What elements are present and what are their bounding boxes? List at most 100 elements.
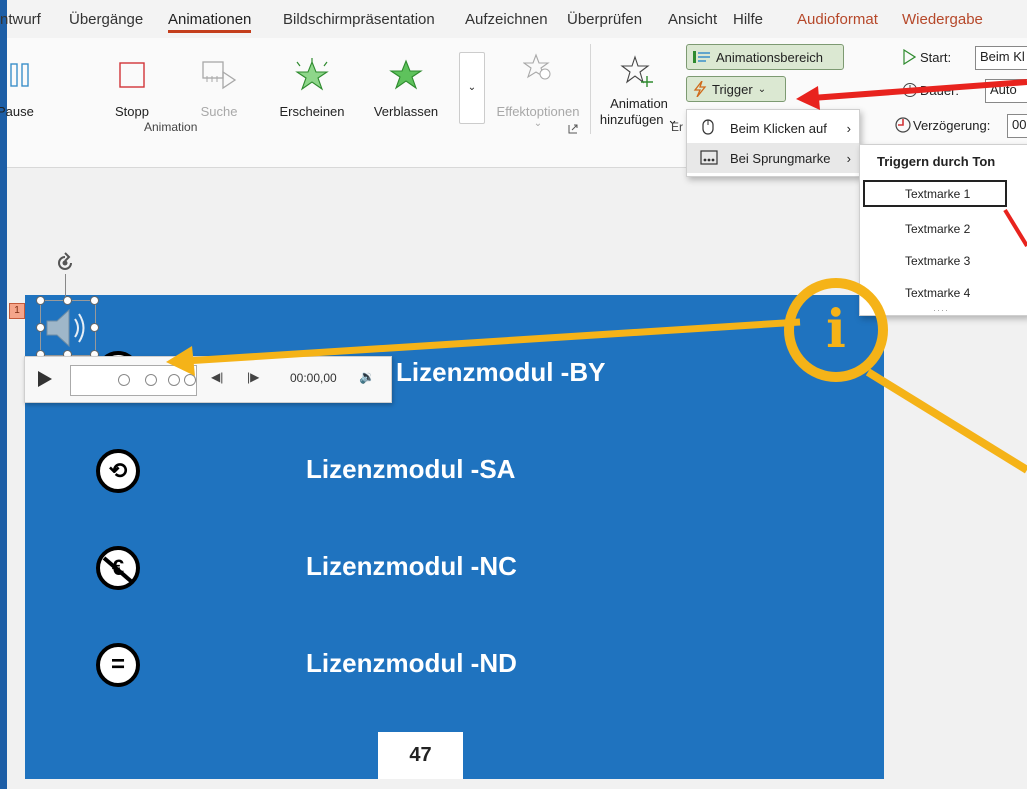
- rotate-handle-icon[interactable]: [54, 252, 76, 274]
- animation-pane-button[interactable]: Animationsbereich: [686, 44, 844, 70]
- resize-handle[interactable]: [36, 323, 45, 332]
- tab-ueberpruefen[interactable]: Überprüfen: [567, 11, 642, 28]
- volume-icon[interactable]: 🔉: [359, 369, 375, 385]
- fade-label: Verblassen: [373, 104, 439, 119]
- seek-label: Suche: [200, 104, 238, 119]
- group-divider: [590, 44, 591, 134]
- license-nd-text[interactable]: Lizenzmodul -ND: [306, 648, 517, 679]
- tab-ansicht[interactable]: Ansicht: [668, 11, 717, 28]
- seek-button[interactable]: Suche: [187, 46, 251, 121]
- fade-star-icon: [389, 59, 423, 90]
- animation-group-label: Animation: [144, 120, 198, 134]
- license-nc-text[interactable]: Lizenzmodul -NC: [306, 551, 517, 582]
- tab-animationen[interactable]: Animationen: [168, 11, 252, 33]
- trigger-label: Trigger: [712, 81, 753, 97]
- tab-hilfe[interactable]: Hilfe: [733, 11, 763, 28]
- tab-aufzeichnen[interactable]: Aufzeichnen: [465, 11, 548, 28]
- audio-selection-box[interactable]: [40, 300, 96, 356]
- cc-sa-glyph: ⟲: [108, 458, 128, 483]
- seek-icon: [202, 61, 237, 90]
- bookmark-item-4[interactable]: Textmarke 4: [905, 286, 970, 300]
- appear-star-icon: [295, 58, 329, 91]
- bookmark-item-1-label: Textmarke 1: [905, 187, 971, 201]
- appear-effect-button[interactable]: Erscheinen: [275, 46, 349, 121]
- stop-icon: [119, 62, 145, 88]
- cc-nd-glyph: =: [110, 651, 125, 678]
- mouse-icon: [702, 119, 714, 135]
- stop-label: Stopp: [115, 104, 149, 119]
- page-number: 47: [378, 732, 463, 779]
- pause-icon: [10, 63, 29, 87]
- chevron-down-icon: ⌄: [757, 83, 767, 95]
- advanced-group-label: Er: [671, 120, 683, 134]
- skip-back-icon[interactable]: ◀|: [211, 370, 223, 384]
- dialog-launcher-icon[interactable]: [568, 124, 578, 134]
- bookmark-item-3[interactable]: Textmarke 3: [905, 254, 970, 268]
- start-play-icon: [903, 49, 916, 65]
- menu-item-on-bookmark-label: Bei Sprungmarke: [730, 150, 831, 166]
- cc-nc-icon: €: [96, 546, 140, 590]
- skip-forward-icon[interactable]: |▶: [247, 370, 259, 384]
- fade-effect-button[interactable]: Verblassen: [364, 46, 448, 121]
- pause-label: Pause: [0, 104, 34, 119]
- add-animation-button[interactable]: Animation hinzufügen ⌄: [600, 46, 678, 131]
- resize-handle[interactable]: [36, 296, 45, 305]
- delay-label: Verzögerung:: [913, 118, 991, 133]
- menu-item-on-click-label: Beim Klicken auf: [730, 120, 827, 136]
- trigger-button[interactable]: Trigger ⌄: [686, 76, 786, 102]
- animation-order-tag[interactable]: 1: [9, 303, 25, 319]
- duration-label: Dauer:: [920, 83, 960, 98]
- bookmark-submenu: Triggern durch Ton Textmarke 1 Textmarke…: [859, 144, 1027, 316]
- effect-options-button[interactable]: Effektoptionen ⌄: [495, 46, 581, 131]
- lightning-icon: [693, 81, 707, 97]
- cc-sa-icon: ⟲: [96, 449, 140, 493]
- resize-handle[interactable]: [63, 296, 72, 305]
- start-label: Start:: [920, 50, 952, 65]
- animation-pane-label: Animationsbereich: [716, 49, 823, 65]
- tab-wiedergabe[interactable]: Wiedergabe: [902, 11, 983, 28]
- add-animation-line1: Animation: [610, 96, 668, 111]
- stop-button[interactable]: Stopp: [99, 46, 165, 121]
- ribbon-tab-bar: ntwurf Übergänge Animationen Bildschirmp…: [0, 0, 1027, 38]
- bookmark-markers: [118, 374, 196, 386]
- effect-options-icon: [523, 53, 551, 80]
- cc-nd-icon: =: [96, 643, 140, 687]
- more-items-indicator: ····: [933, 305, 949, 315]
- resize-handle[interactable]: [90, 323, 99, 332]
- duration-clock-icon: [903, 83, 917, 97]
- bookmark-submenu-header: Triggern durch Ton: [877, 154, 996, 169]
- license-sa-text[interactable]: Lizenzmodul -SA: [306, 454, 515, 485]
- tab-entwurf[interactable]: ntwurf: [0, 11, 41, 28]
- audio-timeline[interactable]: [70, 365, 197, 396]
- duration-field[interactable]: Auto: [985, 79, 1027, 103]
- start-select[interactable]: Beim Kl: [975, 46, 1027, 70]
- play-icon[interactable]: [37, 370, 53, 388]
- add-animation-line2: hinzufügen ⌄: [599, 112, 679, 127]
- menu-item-on-click[interactable]: Beim Klicken auf ›: [687, 113, 859, 143]
- menu-item-on-bookmark[interactable]: Bei Sprungmarke ›: [687, 143, 859, 173]
- animation-pane-icon: [693, 51, 710, 63]
- tab-uebergaenge[interactable]: Übergänge: [69, 11, 143, 28]
- audio-time-display: 00:00,00: [290, 371, 337, 385]
- delay-clock-icon: [895, 117, 911, 133]
- trigger-menu: Beim Klicken auf › Bei Sprungmarke ›: [686, 109, 860, 177]
- info-icon: i: [826, 299, 846, 360]
- speaker-icon: [46, 308, 85, 348]
- license-by-text[interactable]: Lizenzmodul -BY: [396, 357, 605, 388]
- effect-options-label: Effektoptionen: [496, 104, 580, 119]
- tab-audioformat[interactable]: Audioformat: [797, 11, 878, 28]
- audio-player-bar: ◀| |▶ 00:00,00 🔉: [24, 356, 392, 403]
- add-animation-star-icon: [620, 55, 653, 87]
- submenu-arrow-icon: ›: [846, 150, 851, 166]
- submenu-arrow-icon: ›: [846, 120, 851, 136]
- bookmark-icon: [700, 150, 718, 165]
- resize-handle[interactable]: [90, 296, 99, 305]
- bookmark-item-2[interactable]: Textmarke 2: [905, 222, 970, 236]
- delay-field[interactable]: 00: [1007, 114, 1027, 138]
- cc-nc-strike: [102, 556, 134, 584]
- gallery-more-button[interactable]: ⌄: [459, 52, 485, 124]
- appear-label: Erscheinen: [279, 104, 345, 119]
- tab-bildschirmpraesentation[interactable]: Bildschirmpräsentation: [283, 11, 435, 28]
- bookmark-item-1[interactable]: Textmarke 1: [863, 180, 1007, 207]
- pause-button[interactable]: Pause: [0, 46, 55, 121]
